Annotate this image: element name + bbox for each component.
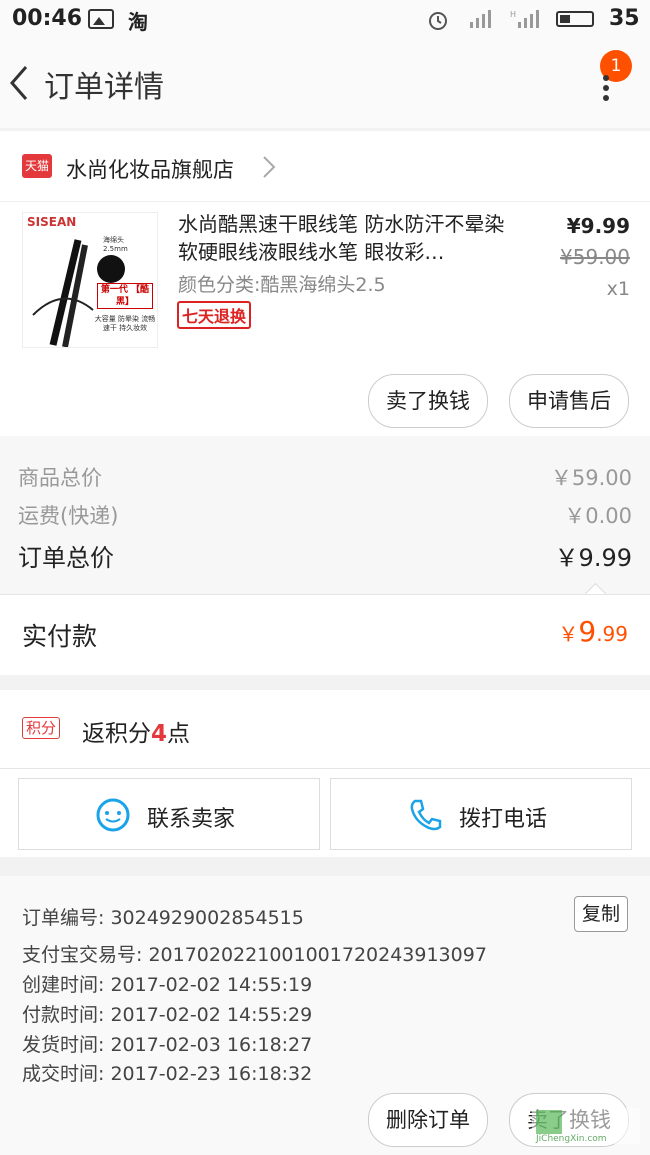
alipay-trade-number: 支付宝交易号: 2017020221001001720243913097: [22, 944, 487, 966]
image-notification-icon: [88, 9, 114, 29]
chat-face-icon: [96, 798, 130, 832]
points-row: 积分 返积分4点: [0, 690, 650, 768]
product-original-price: ¥59.00: [560, 245, 630, 269]
paid-amount-row: 实付款 ￥9.99: [0, 594, 650, 675]
order-total-value: ￥9.99: [554, 544, 632, 572]
shipped-time: 发货时间: 2017-02-03 16:18:27: [22, 1034, 313, 1056]
divider: [0, 201, 650, 202]
contact-seller-label: 联系卖家: [147, 807, 236, 832]
goods-total-label: 商品总价: [18, 466, 102, 490]
tmall-logo: 天猫: [22, 154, 52, 178]
back-icon[interactable]: [8, 64, 30, 102]
more-icon[interactable]: [600, 74, 612, 102]
paid-time: 付款时间: 2017-02-02 14:55:29: [22, 1004, 313, 1026]
status-bar: 00:46 淘 H 35: [0, 0, 650, 40]
product-sku: 颜色分类:酷黑海绵头2.5: [178, 274, 386, 296]
product-image-desc: 大容量 防晕染 流畅速干 持久妆效: [94, 315, 156, 332]
call-phone-button[interactable]: 拨打电话: [330, 778, 632, 850]
shop-name[interactable]: 水尚化妆品旗舰店: [66, 154, 234, 184]
status-time: 00:46: [12, 6, 83, 31]
shipping-label: 运费(快递): [18, 504, 119, 528]
order-number: 订单编号: 3024929002854515: [22, 907, 304, 929]
points-value: 4: [151, 721, 168, 747]
goods-total-value: ￥59.00: [550, 466, 632, 490]
phone-icon: [410, 799, 442, 831]
completed-time: 成交时间: 2017-02-23 16:18:32: [22, 1063, 313, 1085]
alarm-icon: [429, 12, 447, 30]
battery-icon: [556, 11, 594, 27]
paid-integer: 9: [578, 615, 597, 648]
price-summary: 商品总价 ￥59.00 运费(快递) ￥0.00 订单总价 ￥9.99: [0, 436, 650, 594]
points-text: 返积分4点: [82, 714, 190, 748]
nav-bar: 订单详情 1: [0, 40, 650, 128]
apply-after-sale-button[interactable]: 申请售后: [509, 374, 629, 428]
call-phone-label: 拨打电话: [459, 807, 548, 832]
watermark-text: JiChengXin.com: [536, 1134, 607, 1144]
contact-seller-button[interactable]: 联系卖家: [18, 778, 320, 850]
contact-section: 联系卖家 拨打电话: [0, 768, 650, 857]
points-prefix: 返积分: [82, 721, 151, 747]
battery-percent: 35: [609, 6, 640, 31]
order-total-label: 订单总价: [18, 544, 114, 572]
product-title[interactable]: 水尚酷黑速干眼线笔 防水防汗不晕染软硬眼线液眼线水笔 眼妆彩…: [178, 210, 508, 266]
points-tag: 积分: [22, 717, 61, 739]
paid-currency: ￥: [558, 622, 579, 646]
paid-amount-value: ￥9.99: [558, 615, 628, 648]
product-image-badge: 第一代 【酷黑】: [97, 283, 153, 309]
signal-hd-icon: H: [510, 10, 539, 28]
points-suffix: 点: [167, 721, 191, 747]
product-image[interactable]: SISEAN 海绵头 2.5mm 第一代 【酷黑】 大容量 防晕染 流畅速干 持…: [22, 212, 158, 348]
watermark-logo: JiChengXin.com: [532, 1108, 640, 1144]
sell-exchange-button[interactable]: 卖了换钱: [368, 374, 488, 428]
copy-order-button[interactable]: 复制: [574, 896, 628, 932]
page-title: 订单详情: [44, 70, 164, 105]
taobao-notification-icon: 淘: [128, 10, 148, 34]
shipping-value: ￥0.00: [564, 504, 632, 528]
delete-order-button[interactable]: 删除订单: [368, 1093, 488, 1147]
chevron-right-icon[interactable]: [262, 155, 276, 179]
product-price: ¥9.99: [566, 214, 630, 238]
signal-icon: [470, 10, 491, 28]
svg-text:H: H: [510, 10, 516, 19]
paid-decimal: .99: [596, 622, 628, 646]
return-policy-tag: 七天退换: [177, 301, 252, 329]
paid-amount-label: 实付款: [22, 622, 98, 651]
created-time: 创建时间: 2017-02-02 14:55:19: [22, 974, 313, 996]
product-quantity: x1: [606, 278, 630, 300]
